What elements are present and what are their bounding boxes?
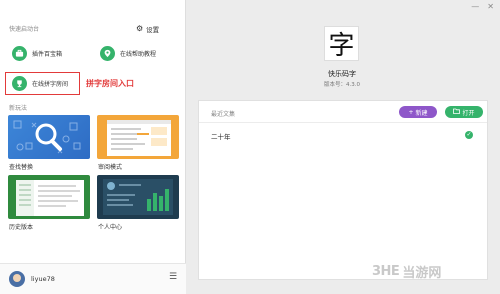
personal-center-illustration — [103, 179, 173, 215]
review-mode-label: 审阅模式 — [98, 164, 123, 171]
plugin-toolbox-button[interactable]: 插件百宝箱 — [12, 46, 62, 61]
gear-icon: ⚙ — [136, 24, 144, 33]
menu-icon[interactable]: ☰ — [169, 273, 177, 282]
annotation-text: 拼字房间入口 — [86, 79, 134, 88]
history-tile[interactable] — [8, 175, 90, 219]
review-mode-tile[interactable] — [97, 115, 179, 159]
online-room-label: 在线拼字房间 — [32, 81, 69, 88]
avatar[interactable] — [9, 271, 25, 287]
username[interactable]: liyue78 — [31, 275, 55, 283]
online-help-button[interactable]: 在线帮助教程 — [100, 46, 156, 61]
review-mode-illustration — [107, 120, 171, 156]
version-text: 版本号：4.3.0 — [324, 82, 360, 88]
settings-label: 设置 — [146, 26, 160, 34]
trophy-icon — [12, 76, 27, 91]
personal-center-tile[interactable] — [97, 175, 179, 219]
app-name: 快乐码字 — [328, 70, 356, 78]
watermark-logo: 3HE — [372, 264, 400, 279]
open-button[interactable]: 打开 — [445, 106, 483, 118]
history-label: 历史版本 — [9, 224, 34, 231]
checkmark-icon: ✓ — [465, 131, 473, 139]
folder-icon — [453, 108, 461, 116]
watermark-text: 当游网 — [402, 266, 442, 281]
recent-collections-card: 最近文集 + 新建 打开 二十年 ✓ — [198, 100, 488, 280]
document-row[interactable]: 二十年 ✓ — [199, 128, 487, 142]
plus-icon: + — [408, 108, 414, 116]
online-room-button[interactable]: 在线拼字房间 — [12, 76, 68, 91]
window-controls: — ✕ — [471, 3, 494, 11]
settings-button[interactable]: ⚙ 设置 — [136, 24, 160, 35]
new-features-title: 新玩法 — [9, 105, 28, 112]
online-help-label: 在线帮助教程 — [120, 51, 157, 58]
watermark: 3HE 当游网 — [372, 262, 441, 281]
find-replace-tile[interactable] — [8, 115, 90, 159]
new-button-label: 新建 — [415, 109, 428, 117]
user-bar: liyue78 ☰ — [0, 263, 186, 294]
new-button[interactable]: + 新建 — [399, 106, 437, 118]
card-header: 最近文集 + 新建 打开 — [199, 101, 487, 123]
quick-start-title: 快速启动台 — [9, 26, 40, 33]
minimize-button[interactable]: — — [471, 3, 479, 11]
open-button-label: 打开 — [462, 109, 475, 117]
recent-title: 最近文集 — [211, 111, 236, 118]
close-button[interactable]: ✕ — [487, 3, 494, 11]
briefcase-icon — [12, 46, 27, 61]
app-logo: 字 — [324, 26, 359, 61]
find-replace-label: 查找替换 — [9, 164, 34, 171]
plugin-toolbox-label: 插件百宝箱 — [32, 51, 63, 58]
document-name: 二十年 — [211, 133, 231, 141]
left-panel: 快速启动台 ⚙ 设置 插件百宝箱 在线帮助教程 在线拼字房间 拼字房间入口 新玩… — [0, 0, 186, 294]
history-illustration — [16, 180, 84, 216]
find-replace-illustration — [13, 120, 81, 154]
location-pin-icon — [100, 46, 115, 61]
personal-center-label: 个人中心 — [98, 224, 123, 231]
